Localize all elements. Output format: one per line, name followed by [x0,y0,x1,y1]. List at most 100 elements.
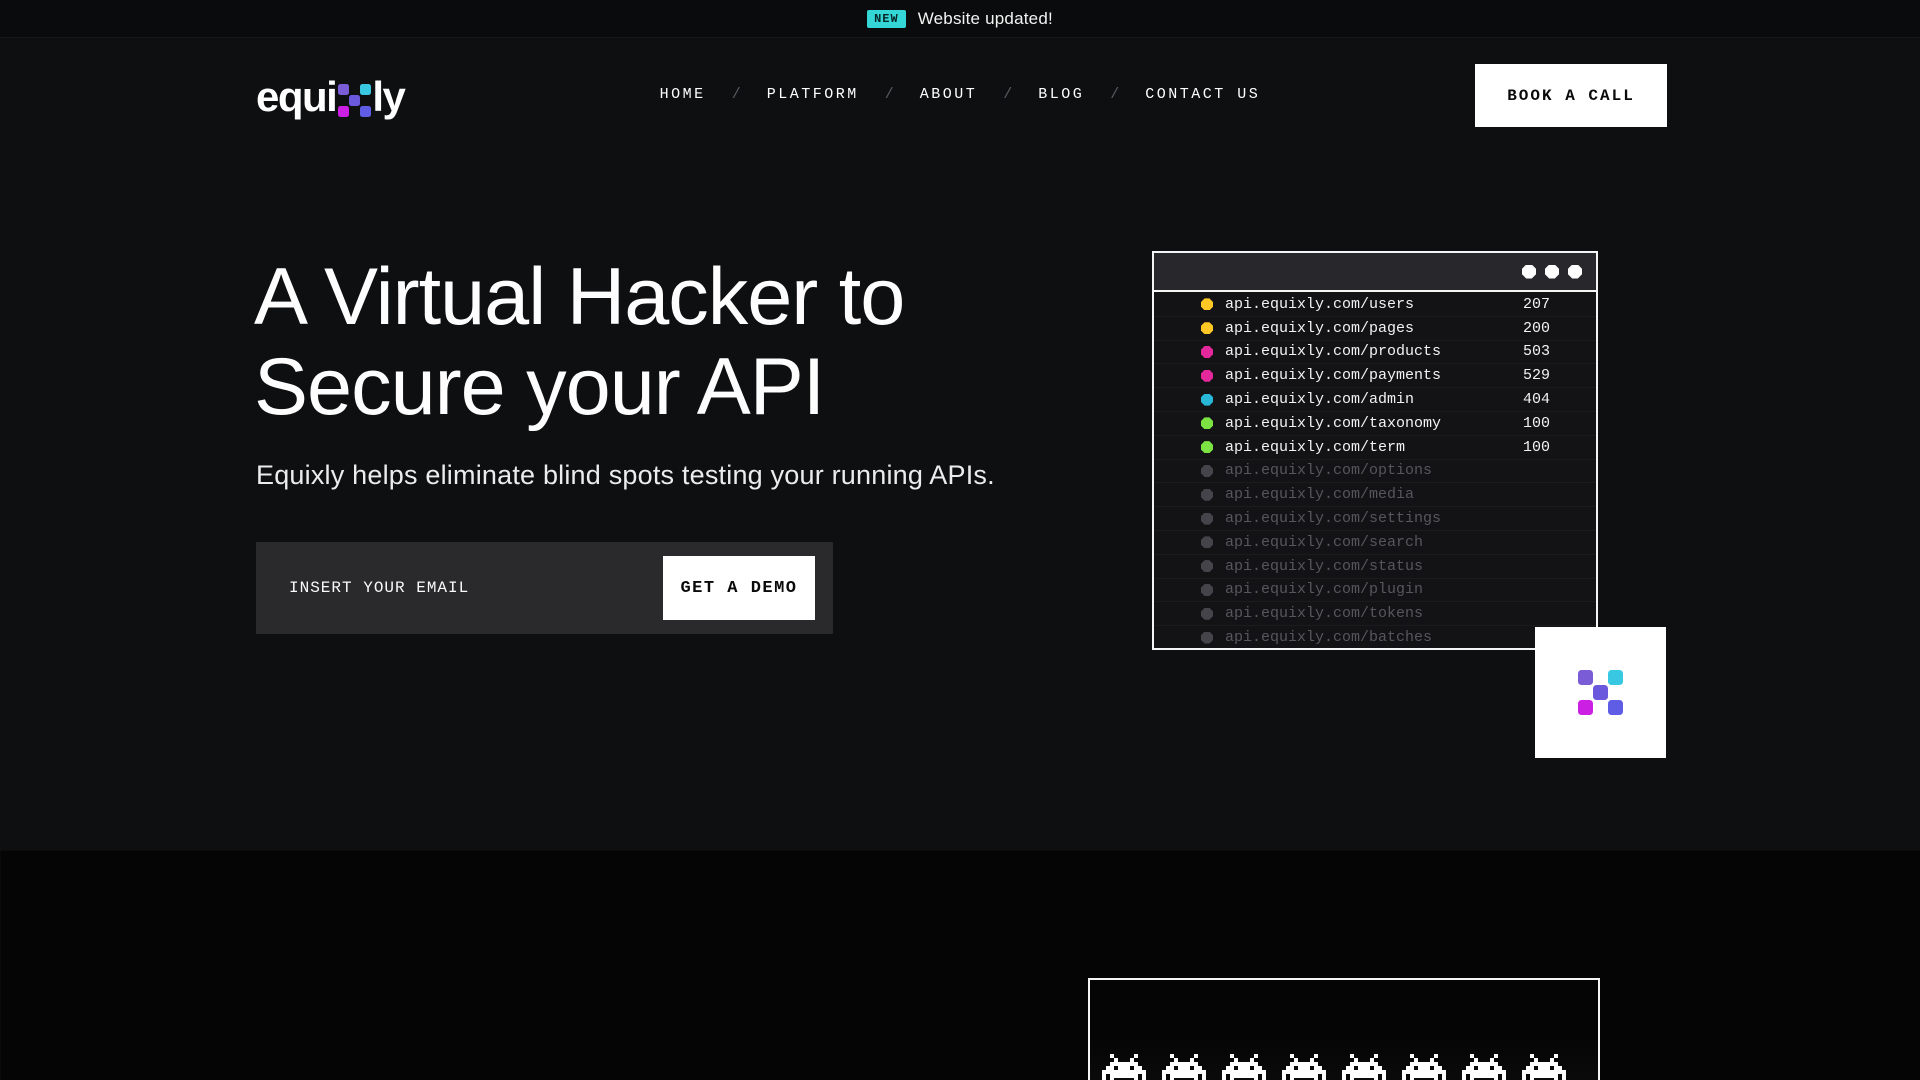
nav-separator: / [732,86,741,103]
status-dot-icon [1201,489,1213,501]
space-invader-icon [1462,1054,1506,1080]
book-a-call-button[interactable]: BOOK A CALL [1475,64,1667,127]
pixel-x-gap [1578,685,1593,700]
endpoint-url: api.equixly.com/plugin [1225,581,1423,598]
status-code: 503 [1523,343,1550,360]
space-invader-icon [1162,1054,1206,1080]
endpoint-row: api.equixly.com/status [1154,555,1596,579]
pixel-x-cell [1608,700,1623,715]
status-code: 207 [1523,296,1550,313]
new-badge: NEW [867,10,906,28]
status-dot-icon [1201,560,1213,572]
space-invader-icon [1222,1054,1266,1080]
space-invader-icon [1522,1054,1566,1080]
page-title: A Virtual Hacker to Secure your API [254,252,904,432]
email-input[interactable] [256,542,656,634]
window-dot-icon [1522,265,1536,279]
endpoint-row: api.equixly.com/users207 [1154,293,1596,317]
status-dot-icon [1201,536,1213,548]
endpoint-url: api.equixly.com/options [1225,462,1432,479]
status-dot-icon [1201,584,1213,596]
endpoint-row: api.equixly.com/options [1154,460,1596,484]
pixel-x-cell [1578,700,1593,715]
invader-row [1102,1054,1566,1080]
endpoint-url: api.equixly.com/admin [1225,391,1414,408]
pixel-x-cell [338,106,349,117]
status-dot-icon [1201,322,1213,334]
status-dot-icon [1201,346,1213,358]
endpoint-row: api.equixly.com/settings [1154,507,1596,531]
endpoint-row: api.equixly.com/batches [1154,626,1596,650]
endpoint-row: api.equixly.com/taxonomy 100 [1154,412,1596,436]
window-dot-icon [1568,265,1582,279]
endpoint-url: api.equixly.com/taxonomy [1225,415,1441,432]
window-dot-icon [1545,265,1559,279]
hero-subtitle: Equixly helps eliminate blind spots test… [256,460,995,491]
nav-separator: / [1003,86,1012,103]
pixel-x-cell [1578,670,1593,685]
title-line-2: Secure your API [254,342,824,432]
pixel-x-cell [360,106,371,117]
status-dot-icon [1201,417,1213,429]
endpoint-url: api.equixly.com/pages [1225,320,1414,337]
terminal-body: api.equixly.com/users207api.equixly.com/… [1154,292,1596,650]
pixel-x-gap [349,106,360,117]
status-dot-icon [1201,298,1213,310]
space-invader-icon [1282,1054,1326,1080]
nav-separator: / [885,86,894,103]
announcement-banner: NEW Website updated! [0,0,1920,38]
nav-item-home[interactable]: HOME [660,86,706,103]
nav-item-platform[interactable]: PLATFORM [767,86,859,103]
status-dot-icon [1201,370,1213,382]
get-a-demo-button[interactable]: GET A DEMO [663,556,815,620]
status-code: 404 [1523,391,1550,408]
space-invader-icon [1402,1054,1446,1080]
status-code: 100 [1523,415,1550,432]
pixel-x-cell [1593,685,1608,700]
logo-mark-card [1535,627,1666,758]
nav-item-about[interactable]: ABOUT [920,86,978,103]
endpoint-row: api.equixly.com/payments 529 [1154,364,1596,388]
title-line-1: A Virtual Hacker to [254,252,904,342]
endpoint-row: api.equixly.com/admin 404 [1154,388,1596,412]
endpoint-row: api.equixly.com/products 503 [1154,341,1596,365]
endpoint-url: api.equixly.com/tokens [1225,605,1423,622]
status-code: 200 [1523,320,1550,337]
bottom-section [0,850,1920,1080]
nav-item-contact-us[interactable]: CONTACT US [1145,86,1260,103]
pixel-x-cell [1608,670,1623,685]
pixel-x-icon [1578,670,1623,715]
email-capture-form: GET A DEMO [256,542,833,634]
nav-item-blog[interactable]: BLOG [1038,86,1084,103]
terminal-titlebar [1154,253,1596,292]
endpoint-url: api.equixly.com/payments [1225,367,1441,384]
endpoint-url: api.equixly.com/products [1225,343,1441,360]
api-terminal-window: api.equixly.com/users207api.equixly.com/… [1152,251,1598,650]
endpoint-url: api.equixly.com/batches [1225,629,1432,646]
status-dot-icon [1201,441,1213,453]
endpoint-row: api.equixly.com/pages 200 [1154,317,1596,341]
status-dot-icon [1201,465,1213,477]
status-dot-icon [1201,513,1213,525]
announcement-text: Website updated! [918,9,1053,29]
endpoint-row: api.equixly.com/plugin [1154,579,1596,603]
endpoint-row: api.equixly.com/term 100 [1154,436,1596,460]
status-dot-icon [1201,632,1213,644]
status-code: 100 [1523,439,1550,456]
endpoint-row: api.equixly.com/search [1154,531,1596,555]
endpoint-row: api.equixly.com/tokens [1154,602,1596,626]
site-header: equi ly HOME/PLATFORM/ABOUT/BLOG/CONTACT… [0,38,1920,166]
pixel-x-gap [1593,700,1608,715]
pixel-x-gap [1593,670,1608,685]
endpoint-url: api.equixly.com/search [1225,534,1423,551]
space-invaders-panel [1088,978,1600,1080]
endpoint-row: api.equixly.com/media [1154,483,1596,507]
endpoint-url: api.equixly.com/media [1225,486,1414,503]
space-invader-icon [1342,1054,1386,1080]
pixel-x-gap [1608,685,1623,700]
status-code: 529 [1523,367,1550,384]
endpoint-url: api.equixly.com/term [1225,439,1405,456]
status-dot-icon [1201,608,1213,620]
endpoint-url: api.equixly.com/status [1225,558,1423,575]
nav-separator: / [1110,86,1119,103]
